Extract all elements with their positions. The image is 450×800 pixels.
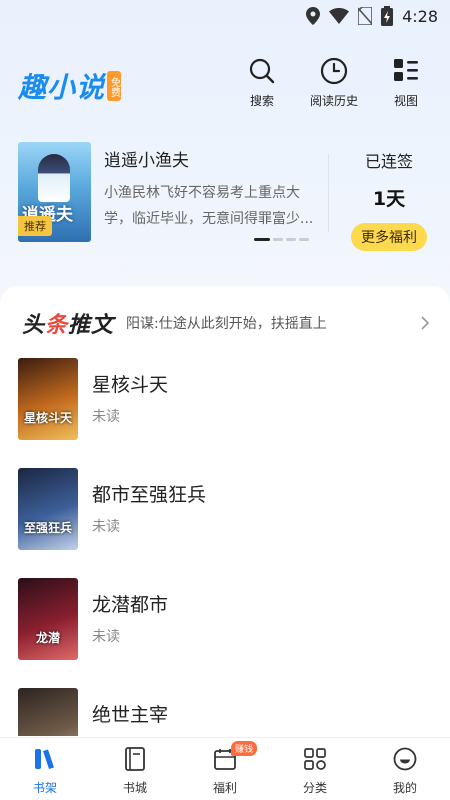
- sign-in-days: 1天: [372, 188, 406, 210]
- book-title: 都市至强狂兵: [92, 484, 207, 506]
- book-cover-text: 龙潜: [35, 631, 60, 645]
- search-icon: [249, 56, 275, 86]
- sign-in-panel: 已连签 1天 更多福利: [344, 146, 434, 251]
- bottom-nav: 书架 书城 赚钱 福利 分类 我的: [0, 737, 450, 800]
- headline-title: 头条推文: [22, 307, 114, 339]
- cover-figure: [38, 154, 70, 202]
- nav-label: 我的: [392, 781, 417, 795]
- bookshelf-icon: [33, 746, 57, 772]
- headline-title-accent: 条: [45, 312, 69, 338]
- book-cover[interactable]: 至强狂兵: [18, 468, 78, 550]
- featured-book-description: 小渔民林飞好不容易考上重点大 学，临近毕业，无意间得罪富少...: [104, 180, 326, 232]
- headline-title-part: 推文: [68, 312, 115, 338]
- carousel-dot: [273, 238, 283, 241]
- book-title: 龙潜都市: [92, 594, 169, 616]
- view-grid-icon: [393, 56, 419, 86]
- recommend-badge: 推荐: [18, 216, 52, 236]
- reading-history-button[interactable]: 阅读历史: [308, 56, 360, 109]
- featured-book-cover[interactable]: 逍遥夫 推荐: [18, 142, 91, 242]
- app-logo: 趣小说 免费: [18, 66, 122, 106]
- nav-bookstore[interactable]: 书城: [90, 738, 180, 800]
- book-cover-text: 星核斗天: [23, 411, 72, 425]
- bookshelf-panel: 头条推文 阳谋:仕途从此刻开始，扶摇直上 星核斗天 星核斗天 未读 至强狂兵 都…: [0, 286, 450, 736]
- nav-label: 分类: [302, 781, 327, 795]
- category-grid-icon: [304, 746, 326, 772]
- headline-title-part: 头: [22, 312, 46, 338]
- carousel-indicator: [254, 238, 309, 241]
- location-icon: [306, 7, 321, 25]
- book-read-status: 未读: [92, 519, 120, 535]
- headline-text: 阳谋:仕途从此刻开始，扶摇直上: [126, 316, 327, 332]
- nav-categories[interactable]: 分类: [270, 738, 360, 800]
- view-toggle-button[interactable]: 视图: [380, 56, 432, 109]
- book-icon: [124, 746, 146, 772]
- nav-label: 书城: [122, 781, 147, 795]
- sign-in-label: 已连签: [364, 152, 413, 171]
- logo-text: 趣小说: [18, 71, 106, 104]
- book-title: 星核斗天: [92, 374, 169, 396]
- logo-free-badge: 免费: [107, 71, 122, 101]
- earn-money-badge: 赚钱: [231, 741, 258, 756]
- book-read-status: 未读: [92, 409, 120, 425]
- nav-bookshelf[interactable]: 书架: [0, 738, 90, 800]
- book-title: 绝世主宰: [92, 704, 169, 726]
- description-line: 小渔民林飞好不容易考上重点大: [104, 185, 300, 201]
- book-item[interactable]: 绝世主宰 未读: [18, 688, 432, 736]
- featured-book-card[interactable]: 逍遥夫 推荐 逍遥小渔夫 小渔民林飞好不容易考上重点大 学，临近毕业，无意间得罪…: [18, 142, 432, 252]
- profile-icon: [393, 746, 417, 772]
- featured-book-title[interactable]: 逍遥小渔夫: [104, 146, 189, 171]
- nav-benefits[interactable]: 赚钱 福利: [180, 738, 270, 800]
- no-sim-icon: [358, 7, 373, 25]
- carousel-dot: [286, 238, 296, 241]
- book-item[interactable]: 至强狂兵 都市至强狂兵 未读: [18, 468, 432, 578]
- wifi-icon: [329, 8, 350, 24]
- more-benefits-button[interactable]: 更多福利: [351, 223, 427, 251]
- book-cover[interactable]: [18, 688, 78, 736]
- headline-banner[interactable]: 头条推文 阳谋:仕途从此刻开始，扶摇直上: [22, 306, 432, 340]
- carousel-dot: [299, 238, 309, 241]
- status-time: 4:28: [402, 6, 438, 26]
- book-cover[interactable]: 龙潜: [18, 578, 78, 660]
- book-list: 星核斗天 星核斗天 未读 至强狂兵 都市至强狂兵 未读 龙潜 龙潜都市 未读 绝…: [18, 358, 432, 736]
- header-actions: 搜索 阅读历史 视图: [236, 56, 432, 109]
- book-read-status: 未读: [92, 629, 120, 645]
- search-button[interactable]: 搜索: [236, 56, 288, 109]
- clock-icon: [320, 56, 348, 86]
- book-item[interactable]: 龙潜 龙潜都市 未读: [18, 578, 432, 688]
- view-label: 视图: [393, 94, 418, 108]
- nav-label: 福利: [212, 781, 237, 795]
- reading-history-label: 阅读历史: [309, 94, 358, 108]
- battery-charging-icon: [381, 6, 394, 26]
- nav-label: 书架: [32, 781, 57, 795]
- search-label: 搜索: [249, 94, 274, 108]
- status-bar: 4:28: [0, 0, 450, 32]
- description-line: 学，临近毕业，无意间得罪富少...: [104, 211, 314, 227]
- chevron-right-icon: [418, 316, 432, 330]
- book-cover[interactable]: 星核斗天: [18, 358, 78, 440]
- book-cover-text: 至强狂兵: [23, 521, 72, 535]
- divider: [328, 154, 329, 232]
- carousel-dot-active: [254, 238, 270, 241]
- book-item[interactable]: 星核斗天 星核斗天 未读: [18, 358, 432, 468]
- nav-profile[interactable]: 我的: [360, 738, 450, 800]
